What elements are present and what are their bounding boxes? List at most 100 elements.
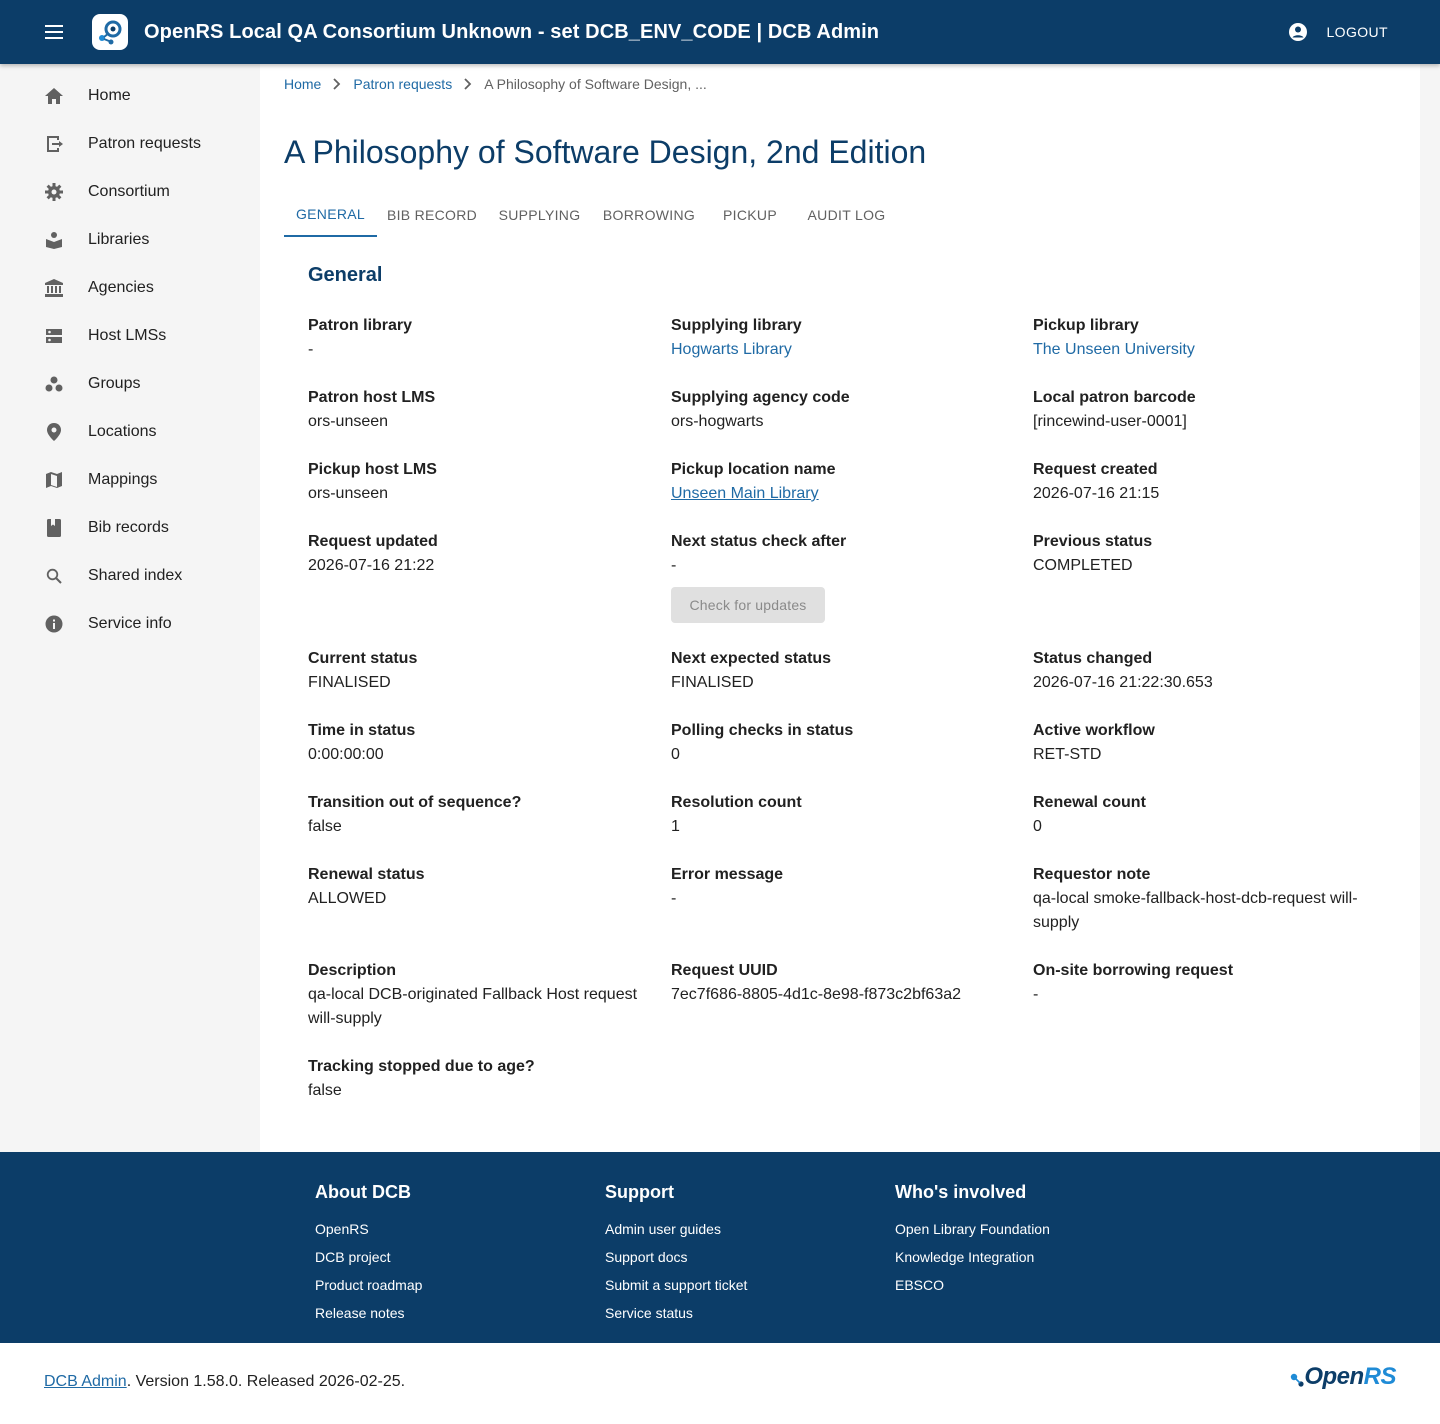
field-pickup-host-lms: Pickup host LMS ors-unseen [308, 461, 437, 502]
sidebar-item-label: Home [88, 87, 131, 104]
field-transition-out-of-sequence: Transition out of sequence? false [308, 794, 522, 835]
sidebar-item-agencies[interactable]: Agencies [20, 264, 260, 312]
sidebar-item-label: Consortium [88, 183, 170, 200]
breadcrumb: Home Patron requests A Philosophy of Sof… [284, 74, 707, 94]
field-current-status: Current status FINALISED [308, 650, 418, 691]
field-requestor-note: Requestor note qa-local smoke-fallback-h… [1033, 866, 1358, 931]
account-balance-icon [44, 278, 64, 298]
field-supplying-library: Supplying library Hogwarts Library [671, 314, 1011, 362]
app-logo [92, 14, 128, 50]
footer: About DCB OpenRS DCB project Product roa… [0, 1152, 1440, 1343]
field-resolution-count: Resolution count 1 [671, 794, 802, 835]
field-request-created: Request created 2026-07-16 21:15 [1033, 461, 1160, 502]
sidebar-item-label: Groups [88, 375, 141, 392]
version-info: DCB Admin. Version 1.58.0. Released 2026… [44, 1373, 405, 1391]
pickup-location-link[interactable]: Unseen Main Library [671, 482, 1011, 506]
tab-bar: GENERAL BIB RECORD SUPPLYING BORROWING P… [284, 192, 1396, 238]
sidebar-item-shared-index[interactable]: Shared index [20, 552, 260, 600]
supplying-library-link[interactable]: Hogwarts Library [671, 338, 1011, 362]
breadcrumb-home-link[interactable]: Home [284, 76, 321, 92]
info-icon [44, 614, 64, 634]
local-library-icon [44, 230, 64, 250]
field-error-message: Error message - [671, 866, 784, 907]
tab-borrowing[interactable]: BORROWING [592, 192, 706, 237]
map-icon [44, 470, 64, 490]
field-request-updated: Request updated 2026-07-16 21:22 [308, 533, 438, 574]
section-title: General [308, 264, 383, 286]
sidebar-item-libraries[interactable]: Libraries [20, 216, 260, 264]
tab-pickup[interactable]: PICKUP [706, 192, 794, 237]
footer-heading: Who's involved [895, 1182, 1027, 1202]
footer-link-submit-ticket[interactable]: Submit a support ticket [605, 1271, 747, 1299]
field-time-in-status: Time in status 0:00:00:00 [308, 722, 416, 763]
field-polling-checks-in-status: Polling checks in status 0 [671, 722, 854, 763]
footer-link-ebsco[interactable]: EBSCO [895, 1271, 1050, 1299]
book-icon [44, 518, 64, 538]
workspaces-icon [44, 374, 64, 394]
field-active-workflow: Active workflow RET-STD [1033, 722, 1155, 763]
chevron-right-icon [321, 78, 353, 90]
sidebar-item-label: Bib records [88, 519, 169, 536]
footer-link-support-docs[interactable]: Support docs [605, 1243, 747, 1271]
footer-involved: Who's involved Open Library Foundation K… [895, 1182, 1050, 1299]
sidebar-item-label: Service info [88, 615, 172, 632]
footer-about: About DCB OpenRS DCB project Product roa… [315, 1182, 422, 1327]
sidebar-item-label: Patron requests [88, 135, 201, 152]
sidebar-item-consortium[interactable]: Consortium [20, 168, 260, 216]
sidebar-item-home[interactable]: Home [20, 72, 260, 120]
sidebar-item-host-lmss[interactable]: Host LMSs [20, 312, 260, 360]
field-renewal-count: Renewal count 0 [1033, 794, 1146, 835]
tab-supplying[interactable]: SUPPLYING [487, 192, 592, 237]
footer-link-service-status[interactable]: Service status [605, 1299, 747, 1327]
sidebar-item-service-info[interactable]: Service info [20, 600, 260, 648]
tab-audit-log[interactable]: AUDIT LOG [794, 192, 899, 237]
field-renewal-status: Renewal status ALLOWED [308, 866, 425, 907]
sidebar-item-label: Shared index [88, 567, 183, 584]
footer-link-release-notes[interactable]: Release notes [315, 1299, 422, 1327]
field-onsite-borrowing-request: On-site borrowing request - [1033, 962, 1234, 1003]
tab-general[interactable]: GENERAL [284, 192, 377, 237]
sidebar-item-mappings[interactable]: Mappings [20, 456, 260, 504]
check-for-updates-button[interactable]: Check for updates [671, 587, 825, 623]
field-tracking-stopped-due-to-age: Tracking stopped due to age? false [308, 1058, 535, 1099]
field-patron-host-lms: Patron host LMS ors-unseen [308, 389, 436, 430]
footer-link-admin-user-guides[interactable]: Admin user guides [605, 1215, 747, 1243]
breadcrumb-current: A Philosophy of Software Design, ... [484, 76, 707, 92]
footer-link-dcb-project[interactable]: DCB project [315, 1243, 422, 1271]
breadcrumb-patron-requests-link[interactable]: Patron requests [353, 76, 452, 92]
pickup-library-link[interactable]: The Unseen University [1033, 338, 1373, 362]
main-content: Home Patron requests A Philosophy of Sof… [260, 64, 1420, 1152]
footer-link-knowledge-integration[interactable]: Knowledge Integration [895, 1243, 1050, 1271]
gear-icon [44, 182, 64, 202]
app-title: OpenRS Local QA Consortium Unknown - set… [144, 20, 880, 43]
footer-support: Support Admin user guides Support docs S… [605, 1182, 747, 1327]
sidebar-item-groups[interactable]: Groups [20, 360, 260, 408]
location-pin-icon [44, 422, 64, 442]
footer-link-product-roadmap[interactable]: Product roadmap [315, 1271, 422, 1299]
footer-heading: About DCB [315, 1182, 411, 1202]
field-next-expected-status: Next expected status FINALISED [671, 650, 832, 691]
field-request-uuid: Request UUID 7ec7f686-8805-4d1c-8e98-f87… [671, 962, 962, 1003]
field-status-changed: Status changed 2026-07-16 21:22:30.653 [1033, 650, 1213, 691]
menu-icon[interactable] [42, 20, 66, 44]
sidebar-item-patron-requests[interactable]: Patron requests [20, 120, 260, 168]
sidebar-item-locations[interactable]: Locations [20, 408, 260, 456]
app-bar: OpenRS Local QA Consortium Unknown - set… [0, 0, 1440, 64]
dns-icon [44, 326, 64, 346]
sidebar-item-label: Libraries [88, 231, 150, 248]
logout-button[interactable]: LOGOUT [1326, 24, 1388, 40]
dcb-admin-link[interactable]: DCB Admin [44, 1373, 127, 1390]
field-description: Description qa-local DCB-originated Fall… [308, 962, 638, 1027]
home-icon [44, 86, 64, 106]
field-patron-library: Patron library - [308, 317, 413, 358]
exit-to-app-icon [44, 134, 64, 154]
tab-bib-record[interactable]: BIB RECORD [377, 192, 487, 237]
bottom-bar: DCB Admin. Version 1.58.0. Released 2026… [0, 1343, 1440, 1424]
footer-link-openrs[interactable]: OpenRS [315, 1215, 422, 1243]
sidebar-item-bib-records[interactable]: Bib records [20, 504, 260, 552]
account-circle-icon[interactable] [1286, 20, 1310, 44]
field-pickup-location-name: Pickup location name Unseen Main Library [671, 458, 1011, 506]
openrs-logo: OpenRS [1290, 1363, 1397, 1391]
footer-link-open-library-foundation[interactable]: Open Library Foundation [895, 1215, 1050, 1243]
footer-heading: Support [605, 1182, 674, 1202]
